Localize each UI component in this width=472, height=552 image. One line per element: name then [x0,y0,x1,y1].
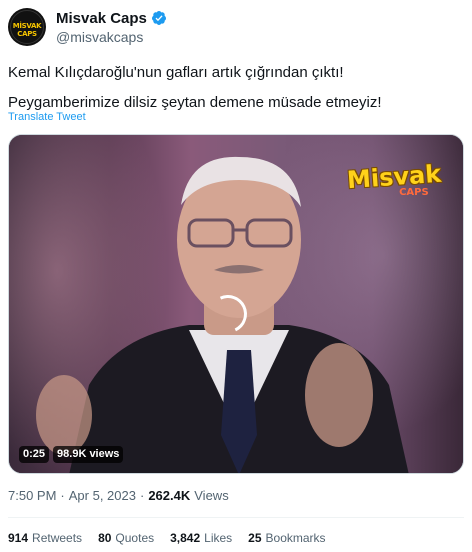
video-badges: 0:25 98.9K views [19,446,124,463]
quotes-count: 80 [98,531,112,545]
tweet-stats: 914 Retweets 80 Quotes 3,842 Likes 25 Bookma… [8,531,342,545]
retweets-label: Retweets [32,531,83,545]
divider [8,517,464,518]
likes-count: 3,842 [170,531,201,545]
meta-separator-2: · [139,488,145,503]
views-count: 262.4K [148,488,191,503]
bookmarks-label: Bookmarks [265,531,326,545]
video-watermark: Misvak CAPS [346,160,442,198]
author-display-name[interactable]: Misvak Caps [56,10,147,27]
likes-label: Likes [204,531,233,545]
video-views: 98.9K views [53,446,124,463]
name-row: Misvak Caps [56,10,167,27]
meta-separator: · [60,488,65,503]
views-label: Views [194,488,229,503]
likes-stat[interactable]: 3,842 Likes [170,531,232,545]
bookmarks-count: 25 [248,531,262,545]
tweet-time[interactable]: 7:50 PM [8,488,56,503]
tweet-card: MİSVAK CAPS Misvak Caps @misvakcaps Kema… [0,0,472,552]
video-duration: 0:25 [19,446,50,463]
video-player[interactable]: Misvak CAPS 0:25 98.9K views [8,134,464,474]
tweet-text-line-2: Peygamberimize dilsiz şeytan demene müsa… [8,94,382,111]
retweets-count: 914 [8,531,29,545]
tweet-header: MİSVAK CAPS Misvak Caps @misvakcaps [8,8,167,46]
avatar-logo-text: MİSVAK CAPS [12,22,42,38]
quotes-stat[interactable]: 80 Quotes [98,531,154,545]
author-names: Misvak Caps @misvakcaps [56,10,167,45]
author-handle[interactable]: @misvakcaps [56,29,167,45]
retweets-stat[interactable]: 914 Retweets [8,531,82,545]
tweet-meta: 7:50 PM · Apr 5, 2023 · 262.4K Views [8,488,229,503]
tweet-text-line-1: Kemal Kılıçdaroğlu'nun gafları artık çığ… [8,64,344,81]
bookmarks-stat[interactable]: 25 Bookmarks [248,531,325,545]
verified-badge-icon [151,11,166,25]
translate-tweet-link[interactable]: Translate Tweet [8,111,86,123]
tweet-date[interactable]: Apr 5, 2023 [69,488,136,503]
avatar[interactable]: MİSVAK CAPS [8,8,46,46]
quotes-label: Quotes [115,531,155,545]
